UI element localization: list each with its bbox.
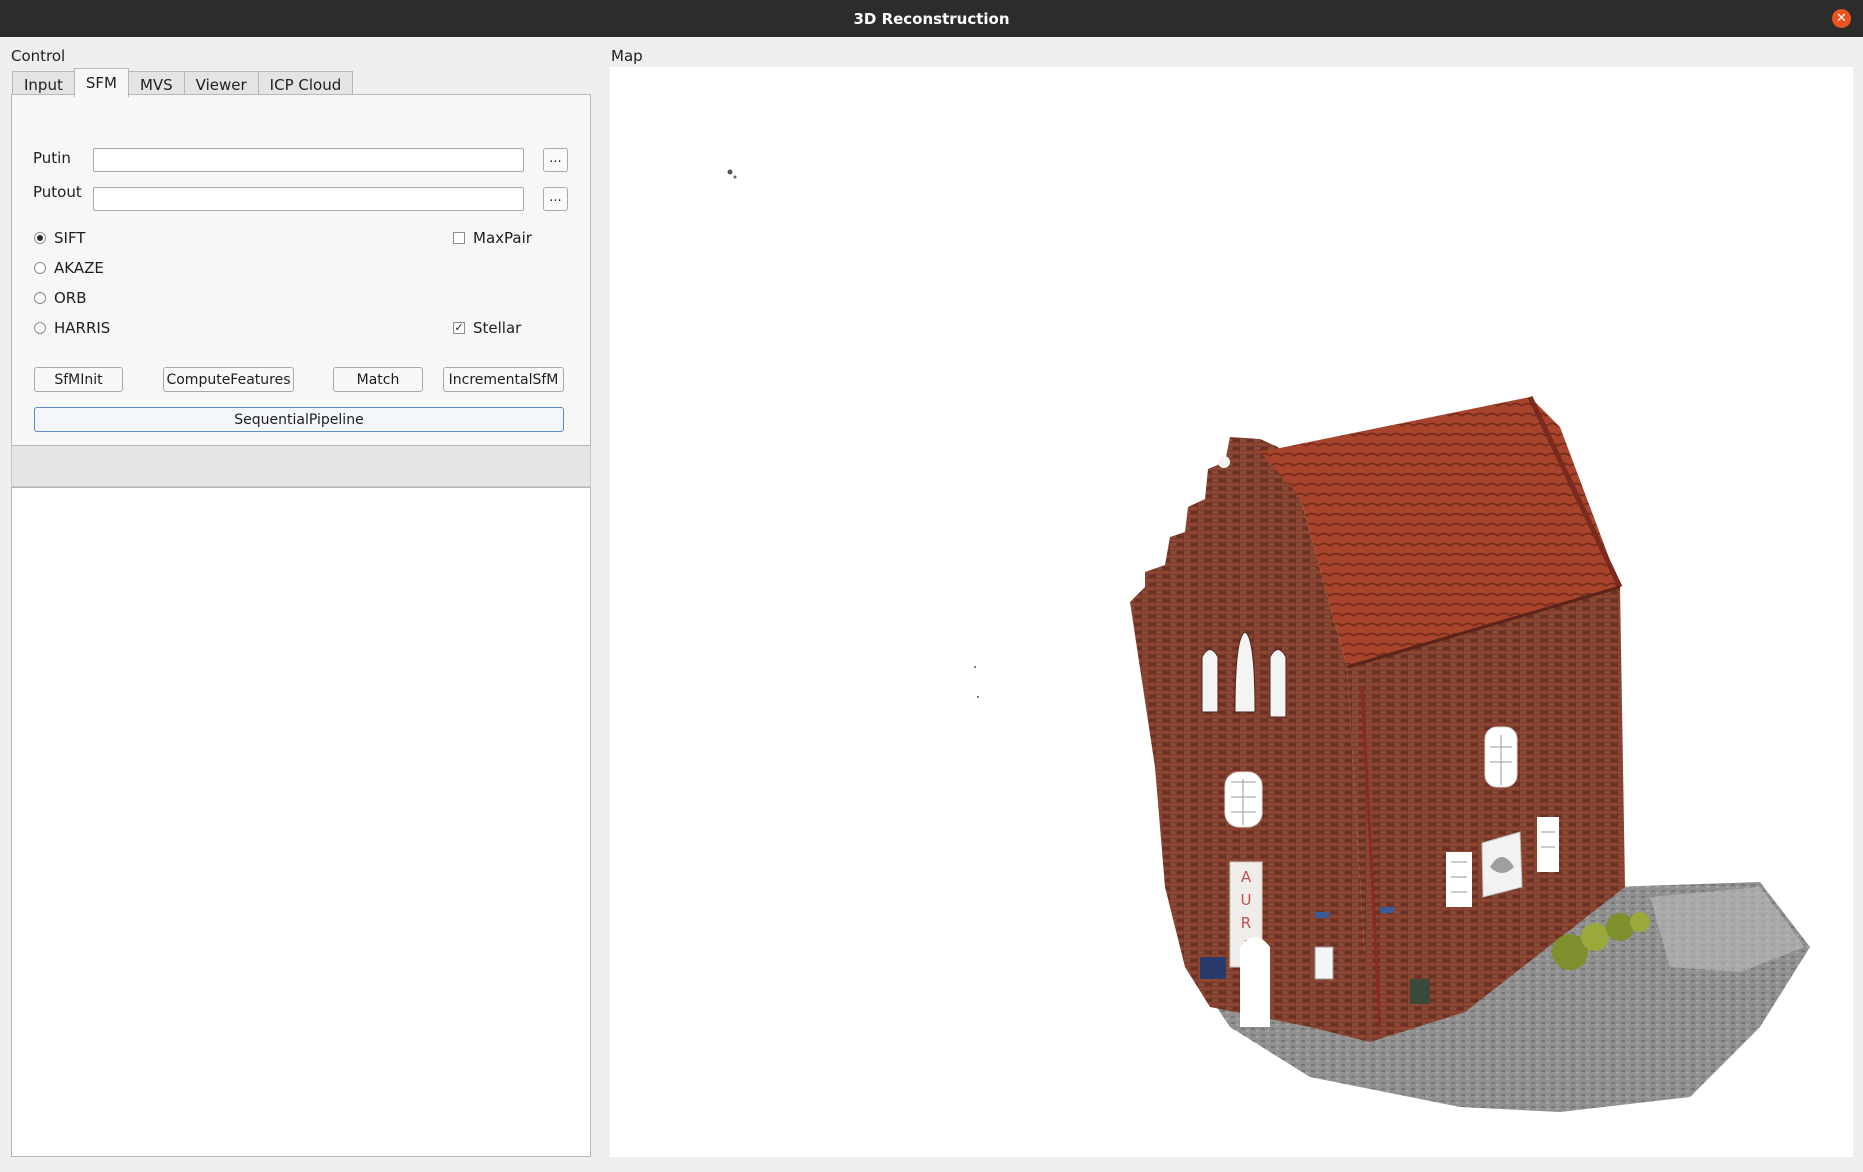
sfm-tab-panel: Putin ... Putout ... SIFT AKAZE ORB HARR…	[11, 94, 591, 446]
radio-button-checked[interactable]	[34, 232, 46, 244]
maxpair-checkbox-row[interactable]: MaxPair	[453, 229, 532, 247]
putout-input[interactable]	[93, 187, 524, 211]
radio-harris[interactable]: HARRIS	[34, 319, 110, 337]
putin-browse-button[interactable]: ...	[543, 148, 568, 172]
svg-text:A: A	[1241, 868, 1252, 886]
putin-label: Putin	[33, 149, 71, 167]
radio-orb[interactable]: ORB	[34, 289, 87, 307]
stellar-label: Stellar	[473, 319, 522, 337]
radio-orb-label: ORB	[54, 289, 87, 307]
tab-sfm[interactable]: SFM	[73, 68, 129, 97]
window-titlebar: 3D Reconstruction ✕	[0, 0, 1863, 37]
putout-browse-button[interactable]: ...	[543, 187, 568, 211]
control-group-label: Control	[11, 47, 66, 65]
match-button[interactable]: Match	[333, 367, 423, 392]
window-title: 3D Reconstruction	[853, 9, 1010, 28]
sequential-pipeline-button[interactable]: SequentialPipeline	[34, 407, 564, 432]
control-tabs: Input SFM MVS Viewer ICP Cloud	[12, 68, 354, 97]
radio-button[interactable]	[34, 262, 46, 274]
close-icon[interactable]: ✕	[1832, 9, 1851, 28]
radio-akaze[interactable]: AKAZE	[34, 259, 104, 277]
radio-harris-label: HARRIS	[54, 319, 111, 337]
putin-input[interactable]	[93, 148, 524, 172]
stellar-checkbox-row[interactable]: ✓ Stellar	[453, 319, 521, 337]
radio-sift-label: SIFT	[54, 229, 86, 247]
radio-button[interactable]	[34, 292, 46, 304]
point-cloud-render: A U R A	[727, 169, 1810, 1112]
svg-text:R: R	[1241, 914, 1251, 932]
stellar-checkbox[interactable]: ✓	[453, 322, 465, 334]
incremental-sfm-button[interactable]: IncrementalSfM	[443, 367, 564, 392]
map-3d-viewport[interactable]: A U R A	[610, 67, 1853, 1157]
radio-button[interactable]	[34, 322, 46, 334]
compute-features-button[interactable]: ComputeFeatures	[163, 367, 294, 392]
radio-sift[interactable]: SIFT	[34, 229, 85, 247]
sfminit-button[interactable]: SfMInit	[34, 367, 123, 392]
log-output-area	[11, 487, 591, 1157]
radio-akaze-label: AKAZE	[54, 259, 104, 277]
maxpair-checkbox[interactable]	[453, 232, 465, 244]
svg-text:U: U	[1241, 891, 1252, 909]
map-group-label: Map	[611, 47, 643, 65]
putout-label: Putout	[33, 183, 82, 201]
control-status-strip	[11, 446, 591, 487]
maxpair-label: MaxPair	[473, 229, 532, 247]
